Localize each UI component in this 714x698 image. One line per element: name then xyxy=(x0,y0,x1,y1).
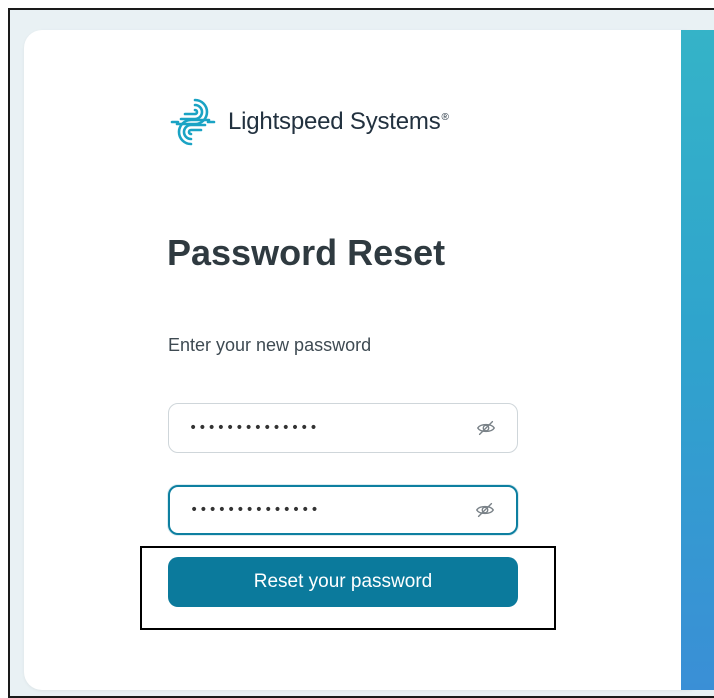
page-title: Password Reset xyxy=(167,232,446,273)
confirm-password-field[interactable] xyxy=(168,485,518,535)
decorative-side-panel xyxy=(681,30,714,690)
reset-password-button[interactable]: Reset your password xyxy=(168,557,518,607)
brand-name: Lightspeed Systems® xyxy=(228,108,449,135)
registered-mark: ® xyxy=(441,112,449,123)
new-password-input[interactable] xyxy=(169,404,475,452)
new-password-field[interactable] xyxy=(168,403,518,453)
confirm-password-input[interactable] xyxy=(170,487,474,533)
eye-slash-icon[interactable] xyxy=(475,417,497,439)
lightspeed-logo-icon xyxy=(170,98,216,146)
eye-slash-icon[interactable] xyxy=(474,499,496,521)
instruction-text: Enter your new password xyxy=(168,335,372,355)
brand-logo: Lightspeed Systems® xyxy=(168,92,449,152)
